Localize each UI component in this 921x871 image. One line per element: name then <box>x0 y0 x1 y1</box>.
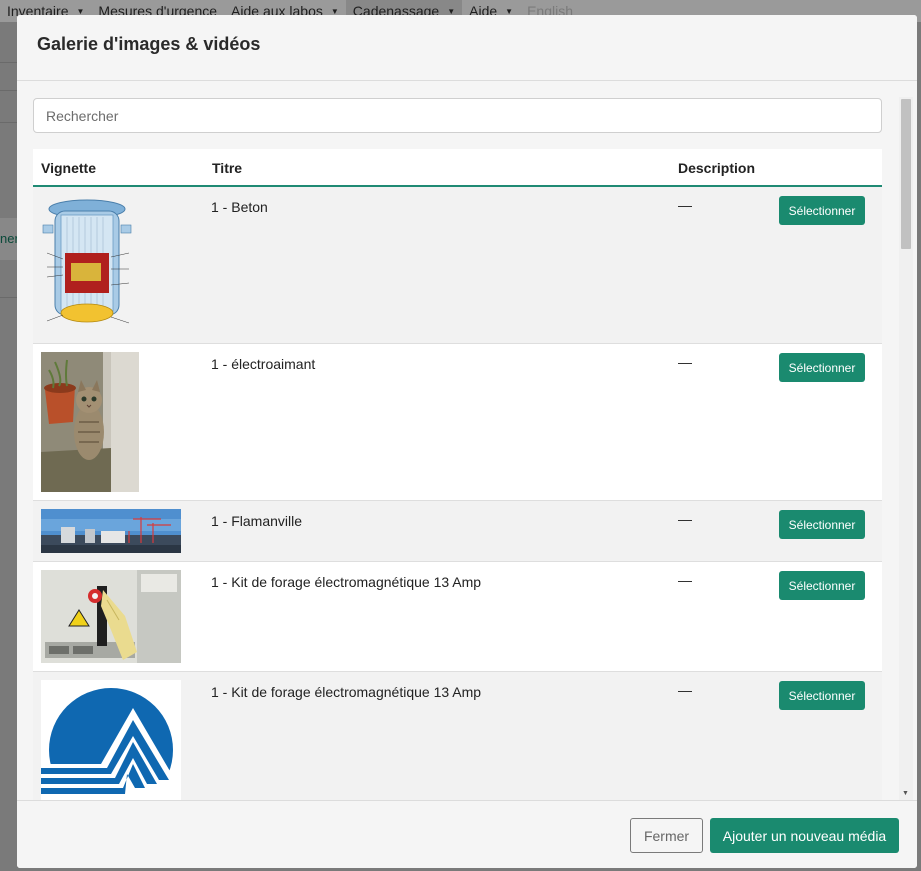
select-button[interactable]: Sélectionner <box>779 681 865 710</box>
media-title: 1 - électroaimant <box>211 356 316 372</box>
modal-scrollbar[interactable]: ▼ <box>899 97 913 800</box>
close-button[interactable]: Fermer <box>630 818 703 853</box>
media-title: 1 - Kit de forage électromagnétique 13 A… <box>211 574 482 590</box>
media-title: 1 - Kit de forage électromagnétique 13 A… <box>211 684 482 700</box>
plant-panorama-image <box>41 509 181 553</box>
media-description: — <box>678 197 692 213</box>
select-button[interactable]: Sélectionner <box>779 196 865 225</box>
modal-body: Vignette Titre Description <box>17 81 917 800</box>
select-button[interactable]: Sélectionner <box>779 353 865 382</box>
select-button[interactable]: Sélectionner <box>779 510 865 539</box>
table-header: Vignette Titre Description <box>33 149 882 187</box>
divider <box>0 297 17 298</box>
table-row: 1 - Beton — Sélectionner <box>33 187 882 344</box>
media-gallery-modal: Galerie d'images & vidéos Vignette Titre… <box>17 15 917 868</box>
modal-footer: Fermer Ajouter un nouveau média <box>17 800 917 868</box>
media-title: 1 - Flamanville <box>211 513 303 529</box>
media-description: — <box>678 354 692 370</box>
media-description: — <box>678 511 692 527</box>
media-table: Vignette Titre Description 1 - Beton — S… <box>33 149 882 800</box>
media-title: 1 - Beton <box>211 199 268 215</box>
blue-logo-image <box>41 680 181 800</box>
table-row: 1 - Flamanville — Sélectionner <box>33 501 882 562</box>
table-row: 1 - Kit de forage électromagnétique 13 A… <box>33 672 882 800</box>
select-button[interactable]: Sélectionner <box>779 571 865 600</box>
divider <box>0 62 17 63</box>
scroll-down-icon[interactable]: ▼ <box>902 790 909 797</box>
lockout-panel-image <box>41 570 181 663</box>
background-text-fragment: ner <box>0 231 19 246</box>
column-header-title: Titre <box>212 160 243 176</box>
media-description: — <box>678 572 692 588</box>
background-sidebar-strip: ner <box>0 22 19 871</box>
column-header-thumbnail: Vignette <box>41 160 96 176</box>
add-media-button[interactable]: Ajouter un nouveau média <box>710 818 899 853</box>
column-header-description: Description <box>678 160 756 176</box>
modal-header: Galerie d'images & vidéos <box>17 15 917 81</box>
kitten-photo-image <box>41 352 139 492</box>
reactor-diagram-image <box>41 195 133 335</box>
table-row: 1 - Kit de forage électromagnétique 13 A… <box>33 562 882 672</box>
scrollbar-thumb[interactable] <box>901 99 911 249</box>
divider <box>0 122 17 123</box>
media-description: — <box>678 682 692 698</box>
modal-title: Galerie d'images & vidéos <box>37 34 261 54</box>
search-input[interactable] <box>33 98 882 133</box>
divider <box>0 90 17 91</box>
table-row: 1 - électroaimant — Sélectionner <box>33 344 882 501</box>
